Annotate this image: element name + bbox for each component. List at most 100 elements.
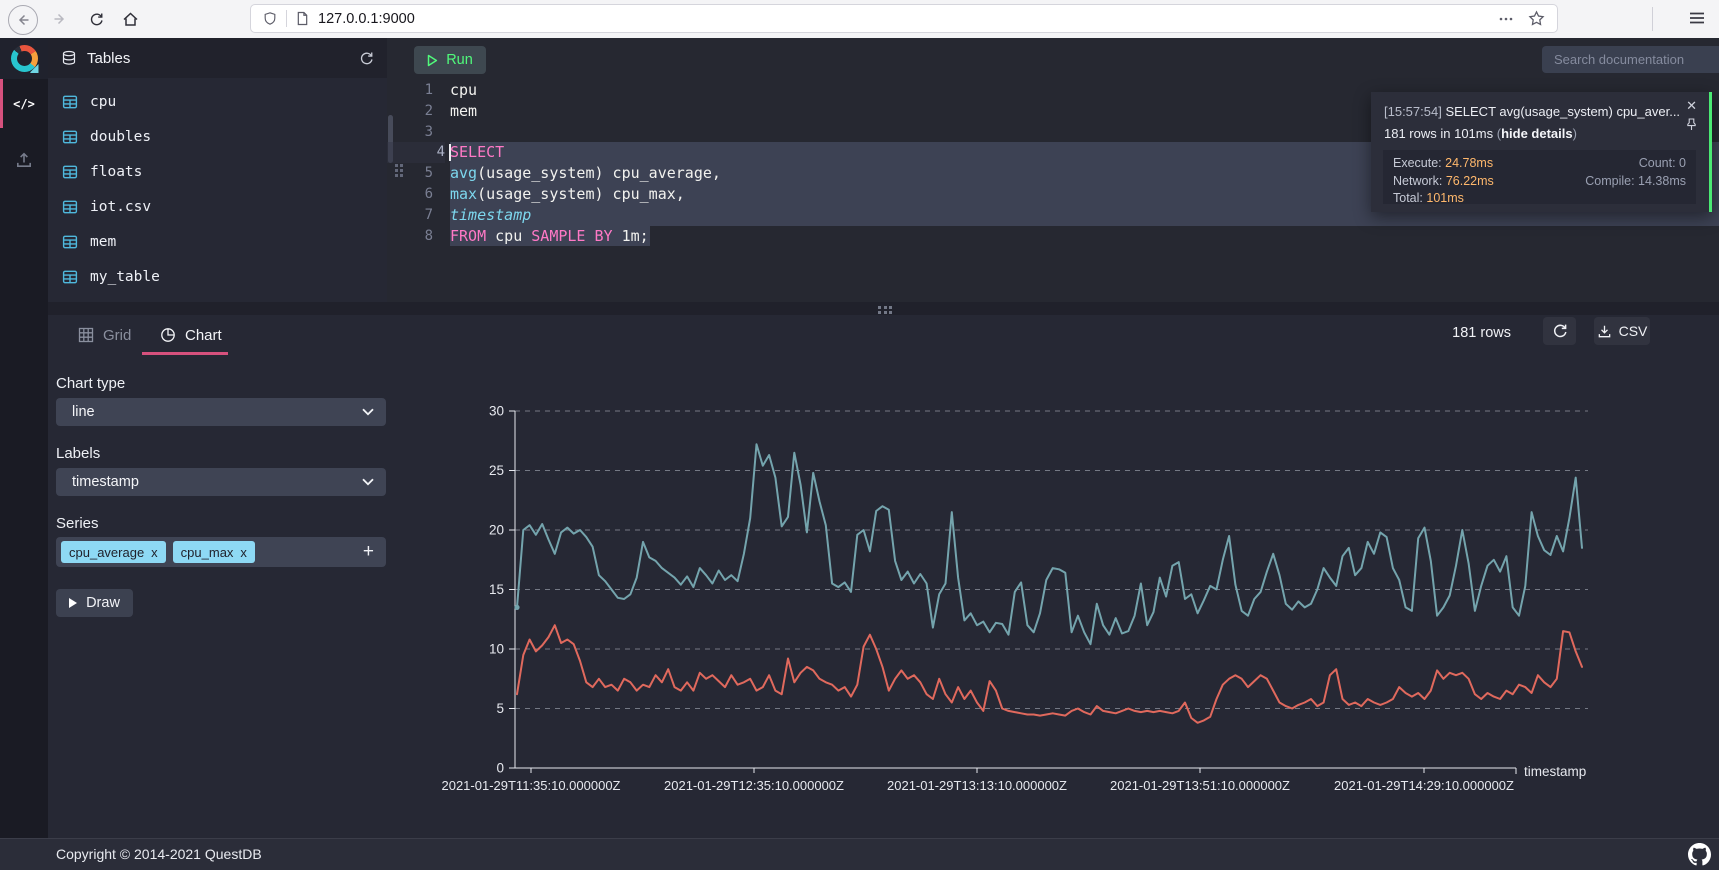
- browser-home-button[interactable]: [116, 5, 144, 33]
- browser-refresh-button[interactable]: [82, 5, 110, 33]
- browser-chrome: 127.0.0.1:9000: [0, 0, 1719, 39]
- shield-icon: [263, 11, 277, 26]
- table-row[interactable]: mem: [48, 224, 387, 259]
- table-row[interactable]: my_table: [48, 259, 387, 294]
- questdb-logo[interactable]: [0, 38, 48, 79]
- notification-timestamp: [15:57:54]: [1384, 104, 1442, 119]
- github-icon: [1688, 843, 1711, 866]
- execute-value: 24.78ms: [1445, 156, 1493, 170]
- tab-grid[interactable]: Grid: [78, 315, 131, 355]
- urlbar-divider: [286, 10, 287, 27]
- notification-details: Execute: 24.78ms Count: 0 Network: 76.22…: [1383, 150, 1696, 204]
- series-chip[interactable]: cpu_max x: [173, 541, 255, 563]
- compile-value: 14.38ms: [1638, 174, 1686, 188]
- query-notification: [15:57:54] SELECT avg(usage_system) cpu_…: [1371, 92, 1712, 212]
- series-chip[interactable]: cpu_averagex: [61, 541, 166, 563]
- chevron-down-icon: [362, 408, 374, 416]
- rail-item-console[interactable]: </>: [0, 79, 48, 128]
- result-refresh-button[interactable]: [1543, 317, 1576, 345]
- browser-back-button[interactable]: [8, 5, 38, 35]
- menu-button[interactable]: [1689, 10, 1705, 26]
- tables-refresh-icon[interactable]: [359, 51, 374, 66]
- labels-label: Labels: [56, 445, 100, 462]
- line-number: 6: [387, 184, 433, 205]
- table-row[interactable]: iot.csv: [48, 189, 387, 224]
- notification-query-text: SELECT avg(usage_system) cpu_aver...: [1442, 104, 1680, 119]
- active-tab-underline: [142, 352, 228, 355]
- bookmark-star-icon[interactable]: [1528, 10, 1545, 27]
- table-name: iot.csv: [90, 199, 151, 215]
- rail-item-import[interactable]: [0, 140, 48, 180]
- table-row[interactable]: cpu: [48, 84, 387, 119]
- tab-chart[interactable]: Chart: [160, 315, 222, 355]
- back-arrow-icon: [16, 13, 30, 27]
- tab-grid-label: Grid: [103, 327, 131, 344]
- count-value: 0: [1679, 156, 1686, 170]
- code-text: timestamp: [450, 205, 531, 226]
- pie-chart-icon: [160, 327, 176, 343]
- github-link[interactable]: [1688, 843, 1711, 866]
- code-line[interactable]: 8FROM cpu SAMPLE BY 1m;: [387, 226, 1719, 247]
- line-number: 3: [387, 122, 433, 143]
- notification-pin-icon[interactable]: [1686, 118, 1697, 131]
- tables-header: Tables: [48, 38, 387, 78]
- result-pane: Grid Chart 181 rows CSV Chart type line …: [48, 315, 1719, 838]
- table-row[interactable]: doubles: [48, 119, 387, 154]
- upload-icon: [15, 151, 33, 169]
- code-icon: </>: [13, 97, 35, 111]
- labels-select[interactable]: timestamp: [56, 468, 386, 496]
- pane-splitter[interactable]: [48, 302, 1719, 316]
- run-play-icon: [427, 54, 438, 67]
- compile-label: Compile:: [1585, 174, 1634, 188]
- questdb-logo-icon: [11, 45, 38, 72]
- draw-play-icon: [69, 598, 77, 608]
- splitter-drag-handle[interactable]: [878, 306, 892, 315]
- url-bar[interactable]: 127.0.0.1:9000: [250, 4, 1558, 33]
- browser-forward-button[interactable]: [46, 5, 74, 33]
- database-icon: [61, 50, 77, 66]
- page-actions-icon[interactable]: [1498, 11, 1514, 27]
- line-number: 1: [387, 80, 433, 101]
- table-icon: [62, 129, 78, 145]
- table-name: cpu: [90, 94, 116, 110]
- series-input[interactable]: cpu_averagex cpu_max x +: [56, 537, 386, 567]
- notification-query-row: [15:57:54] SELECT avg(usage_system) cpu_…: [1384, 104, 1684, 119]
- series-chip-label: cpu_max: [181, 545, 234, 560]
- grid-icon: [78, 327, 94, 343]
- chart-type-label: Chart type: [56, 375, 125, 392]
- url-text[interactable]: 127.0.0.1:9000: [318, 11, 415, 27]
- table-icon: [62, 199, 78, 215]
- notification-summary-row: 181 rows in 101ms (hide details): [1384, 126, 1577, 141]
- csv-button-label: CSV: [1619, 323, 1648, 339]
- line-number: 5: [387, 163, 433, 184]
- chevron-down-icon: [362, 478, 374, 486]
- table-name: mem: [90, 234, 116, 250]
- line-number: 2: [387, 101, 433, 122]
- table-icon: [62, 94, 78, 110]
- notification-close-icon[interactable]: ✕: [1686, 98, 1697, 114]
- series-label: Series: [56, 515, 99, 532]
- code-text: max(usage_system) cpu_max,: [450, 184, 685, 205]
- forward-arrow-icon: [53, 12, 67, 26]
- total-value: 101ms: [1426, 191, 1464, 205]
- series-chip-remove-icon[interactable]: x: [240, 545, 247, 560]
- line-number: 8: [387, 226, 433, 247]
- series-chip-remove-icon[interactable]: x: [151, 545, 158, 560]
- tables-panel: Tables cpu doubles floats iot.csv mem my_tabl…: [48, 38, 387, 302]
- count-label: Count:: [1639, 156, 1676, 170]
- table-row[interactable]: floats: [48, 154, 387, 189]
- add-series-button[interactable]: +: [363, 541, 374, 563]
- table-icon: [62, 234, 78, 250]
- draw-button[interactable]: Draw: [56, 589, 133, 617]
- table-list: cpu doubles floats iot.csv mem my_table: [48, 78, 387, 294]
- result-refresh-icon: [1552, 323, 1568, 339]
- rows-count: 181 rows: [1452, 325, 1511, 341]
- search-documentation-input[interactable]: [1542, 46, 1719, 73]
- run-button[interactable]: Run: [414, 46, 486, 74]
- network-label: Network:: [1393, 174, 1442, 188]
- hide-details-link[interactable]: hide details: [1501, 126, 1573, 141]
- table-name: doubles: [90, 129, 151, 145]
- download-csv-button[interactable]: CSV: [1594, 317, 1650, 345]
- code-text: mem: [450, 101, 477, 122]
- chart-type-select[interactable]: line: [56, 398, 386, 426]
